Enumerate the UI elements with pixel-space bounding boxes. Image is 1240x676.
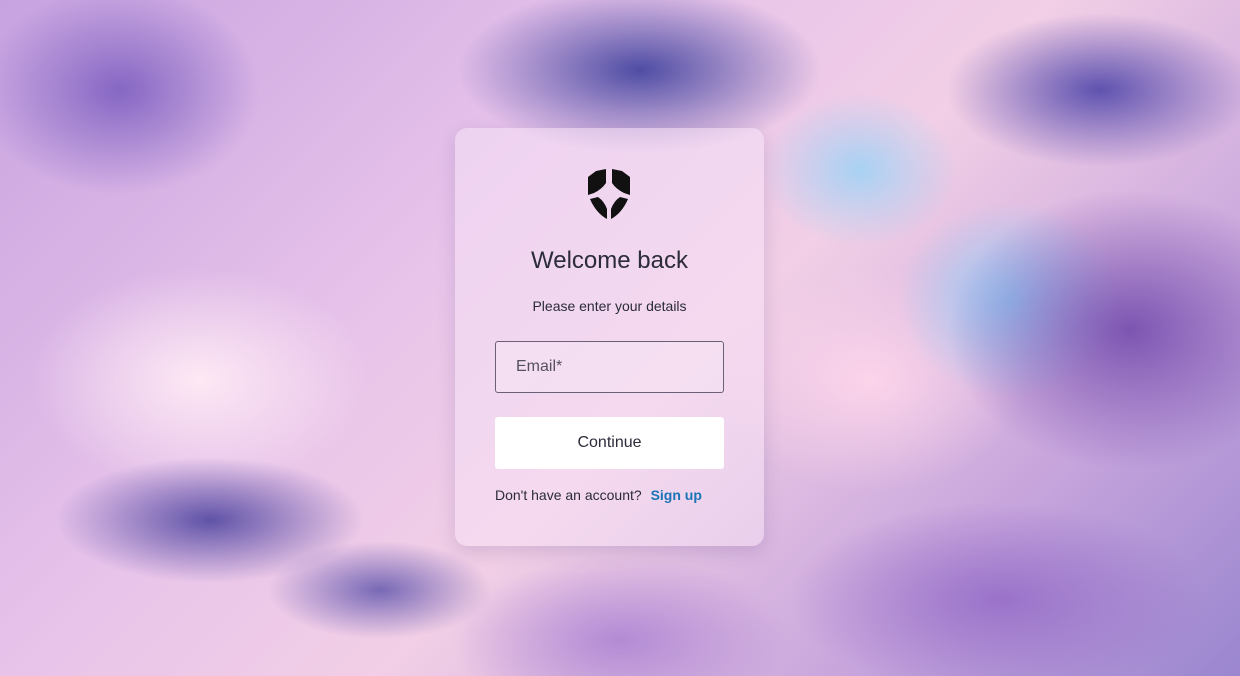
signup-link[interactable]: Sign up <box>651 487 702 503</box>
login-card: Welcome back Please enter your details C… <box>455 128 764 546</box>
page-subtitle: Please enter your details <box>532 298 687 314</box>
page-title: Welcome back <box>531 247 688 274</box>
signup-row: Don't have an account? Sign up <box>495 487 735 503</box>
shield-logo-icon <box>588 169 630 219</box>
continue-button[interactable]: Continue <box>495 417 724 469</box>
email-field[interactable] <box>495 341 724 393</box>
signup-prompt: Don't have an account? <box>495 487 642 503</box>
